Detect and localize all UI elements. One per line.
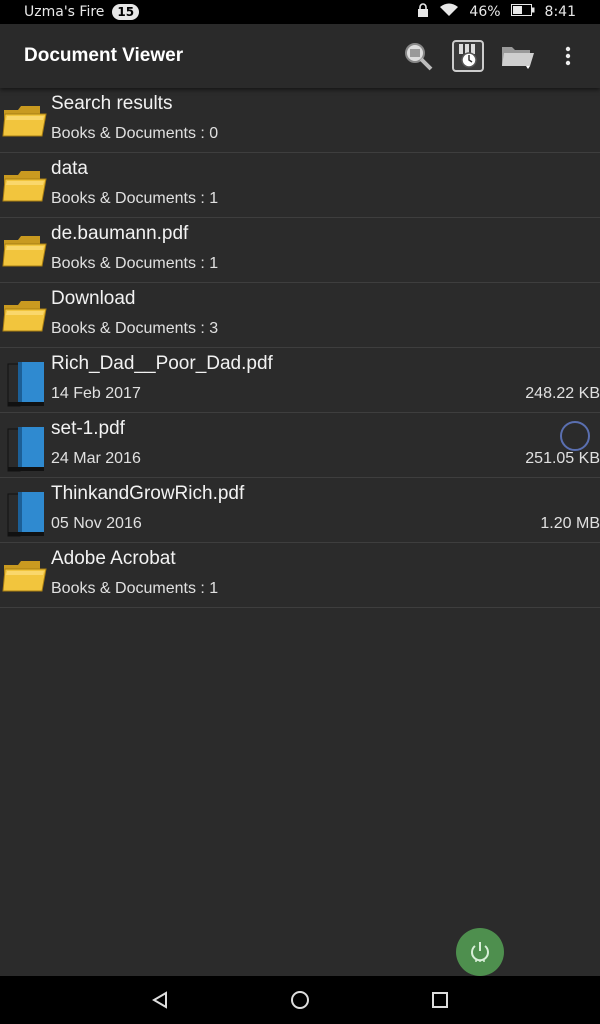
clock: 8:41 — [544, 4, 576, 20]
file-size: 1.20 MB — [540, 515, 600, 532]
folder-icon — [2, 98, 48, 144]
list-item[interactable]: data Books & Documents : 1 — [0, 153, 600, 218]
system-nav-bar — [0, 976, 600, 1024]
more-vert-icon[interactable] — [550, 38, 586, 74]
file-name: set-1.pdf — [51, 418, 125, 439]
file-name: ThinkandGrowRich.pdf — [51, 483, 245, 504]
loading-spinner-icon — [560, 421, 590, 451]
list-item[interactable]: Download Books & Documents : 3 — [0, 283, 600, 348]
list-item[interactable]: ThinkandGrowRich.pdf 05 Nov 2016 1.20 MB — [0, 478, 600, 543]
file-name: de.baumann.pdf — [51, 223, 189, 244]
file-name: Search results — [51, 93, 173, 114]
app-toolbar: Document Viewer — [0, 24, 600, 88]
list-item[interactable]: Search results Books & Documents : 0 — [0, 88, 600, 153]
document-count: Books & Documents : 1 — [51, 255, 219, 272]
list-item[interactable]: de.baumann.pdf Books & Documents : 1 — [0, 218, 600, 283]
file-name: Download — [51, 288, 136, 309]
folder-icon — [2, 228, 48, 274]
file-size: 251.05 KB — [525, 450, 600, 467]
lock-icon — [417, 3, 429, 21]
wifi-icon — [439, 3, 459, 21]
page-title: Document Viewer — [24, 45, 184, 66]
document-count: Books & Documents : 0 — [51, 125, 219, 142]
book-icon — [2, 488, 48, 537]
file-size: 248.22 KB — [525, 385, 600, 402]
notification-count-badge: 15 — [112, 4, 140, 20]
file-name: Rich_Dad__Poor_Dad.pdf — [51, 353, 273, 374]
file-date: 14 Feb 2017 — [51, 385, 141, 402]
document-count: Books & Documents : 1 — [51, 580, 219, 597]
list-item[interactable]: Rich_Dad__Poor_Dad.pdf 14 Feb 2017 248.22 … — [0, 348, 600, 413]
carrier-name: Uzma's Fire — [24, 4, 105, 20]
folder-icon — [2, 553, 48, 599]
battery-icon — [510, 4, 535, 20]
book-icon — [2, 358, 48, 407]
document-count: Books & Documents : 1 — [51, 190, 219, 207]
back-icon[interactable] — [140, 980, 180, 1020]
file-date: 05 Nov 2016 — [51, 515, 142, 532]
folder-open-icon[interactable] — [500, 38, 536, 74]
file-name: Adobe Acrobat — [51, 548, 176, 569]
battery-percent: 46% — [469, 4, 501, 20]
list-item[interactable]: set-1.pdf 24 Mar 2016 251.05 KB — [0, 413, 600, 478]
recents-icon[interactable] — [420, 980, 460, 1020]
home-icon[interactable] — [280, 980, 320, 1020]
folder-icon — [2, 293, 48, 339]
status-bar: Uzma's Fire 15 46% 8:41 — [0, 0, 600, 24]
file-list: Search results Books & Documents : 0 data B… — [0, 88, 600, 608]
book-icon — [2, 423, 48, 472]
file-name: data — [51, 158, 88, 179]
history-icon[interactable] — [450, 38, 486, 74]
file-date: 24 Mar 2016 — [51, 450, 141, 467]
power-icon — [471, 942, 489, 962]
document-count: Books & Documents : 3 — [51, 320, 219, 337]
power-fab-button[interactable] — [456, 928, 504, 976]
search-icon[interactable] — [400, 38, 436, 74]
list-item[interactable]: Adobe Acrobat Books & Documents : 1 — [0, 543, 600, 608]
folder-icon — [2, 163, 48, 209]
